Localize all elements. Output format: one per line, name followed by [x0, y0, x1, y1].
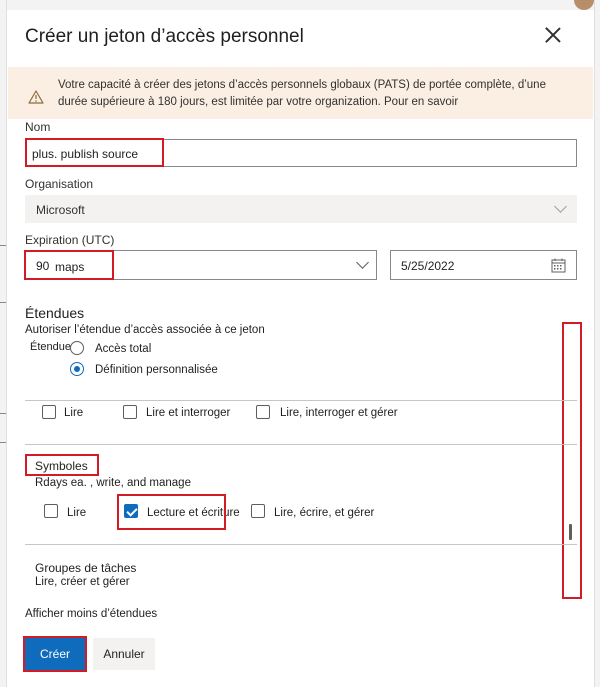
calendar-icon[interactable]	[551, 258, 566, 273]
warning-text: Votre capacité à créer des jetons d’accè…	[58, 79, 546, 108]
checkbox-read-label: Lire	[64, 407, 84, 419]
organization-label: Organisation	[25, 177, 94, 191]
name-label: Nom	[25, 120, 51, 134]
close-icon[interactable]	[542, 24, 564, 46]
task-groups-subtitle: Lire, créer et gérer	[35, 576, 130, 588]
show-less-scopes-link[interactable]: Afficher moins d’étendues	[25, 608, 157, 620]
checkbox-symbols-read-write-label: Lecture et écriture	[147, 507, 240, 519]
background-page-right	[594, 0, 600, 687]
radio-full-access-label: Accès total	[95, 343, 152, 355]
checkbox-symbols-read-write-manage-label: Lire, écrire, et gérer	[274, 507, 375, 519]
create-button[interactable]: Créer	[25, 638, 85, 670]
divider	[25, 400, 577, 401]
checkbox-read-query-manage[interactable]	[256, 405, 270, 419]
chevron-down-icon	[554, 200, 567, 213]
organization-select[interactable]: Microsoft	[25, 195, 577, 223]
checkbox-symbols-read-label: Lire	[67, 507, 87, 519]
scopes-description: Autoriser l’étendue d’accès associée à c…	[25, 324, 265, 336]
scopes-heading: Étendues	[25, 305, 85, 321]
organization-value: Microsoft	[36, 203, 85, 217]
divider	[25, 444, 577, 445]
background-page-left	[0, 0, 7, 687]
name-input-value: plus. publish source	[32, 147, 139, 161]
create-token-dialog: Créer un jeton d’accès personnel Votre c…	[8, 10, 593, 687]
expiration-date-input[interactable]: 5/25/2022	[390, 250, 577, 280]
dialog-title: Créer un jeton d’accès personnel	[25, 26, 304, 47]
radio-full-access[interactable]	[70, 341, 84, 355]
background-tick	[0, 413, 6, 414]
expiration-select[interactable]: 90 maps	[25, 250, 377, 280]
expiration-days-unit: maps	[55, 260, 85, 274]
checkbox-read-query-label: Lire et interroger	[146, 407, 231, 419]
background-tick	[0, 245, 6, 246]
name-input[interactable]: plus. publish source	[25, 139, 577, 167]
checkbox-read-query-manage-label: Lire, interroger et gérer	[280, 407, 398, 419]
scrollbar-thumb[interactable]	[569, 524, 572, 540]
expiration-days-value: 90	[36, 259, 50, 273]
task-groups-title: Groupes de tâches	[35, 561, 137, 575]
expiration-date-value: 5/25/2022	[401, 259, 455, 273]
radio-custom-defined[interactable]	[70, 362, 84, 376]
warning-banner: Votre capacité à créer des jetons d’accè…	[8, 67, 593, 119]
checkbox-read[interactable]	[42, 405, 56, 419]
background-tick	[0, 442, 6, 443]
symbols-subtitle: Rdays ea. , write, and manage	[35, 477, 191, 489]
checkbox-symbols-read-write-manage[interactable]	[251, 504, 265, 518]
checkbox-symbols-read-write[interactable]	[124, 504, 138, 518]
chevron-down-icon	[356, 256, 369, 269]
symbols-title: Symboles	[35, 459, 88, 473]
checkbox-read-query[interactable]	[123, 405, 137, 419]
checkbox-symbols-read[interactable]	[44, 504, 58, 518]
warning-icon	[28, 90, 44, 104]
divider	[25, 544, 577, 545]
cancel-button[interactable]: Annuler	[93, 638, 155, 670]
background-page-top	[0, 0, 600, 10]
radio-custom-defined-label: Définition personnalisée	[95, 364, 218, 376]
expiration-label: Expiration (UTC)	[25, 233, 115, 247]
scrollbar-highlight	[562, 322, 582, 599]
background-tick	[0, 302, 6, 303]
